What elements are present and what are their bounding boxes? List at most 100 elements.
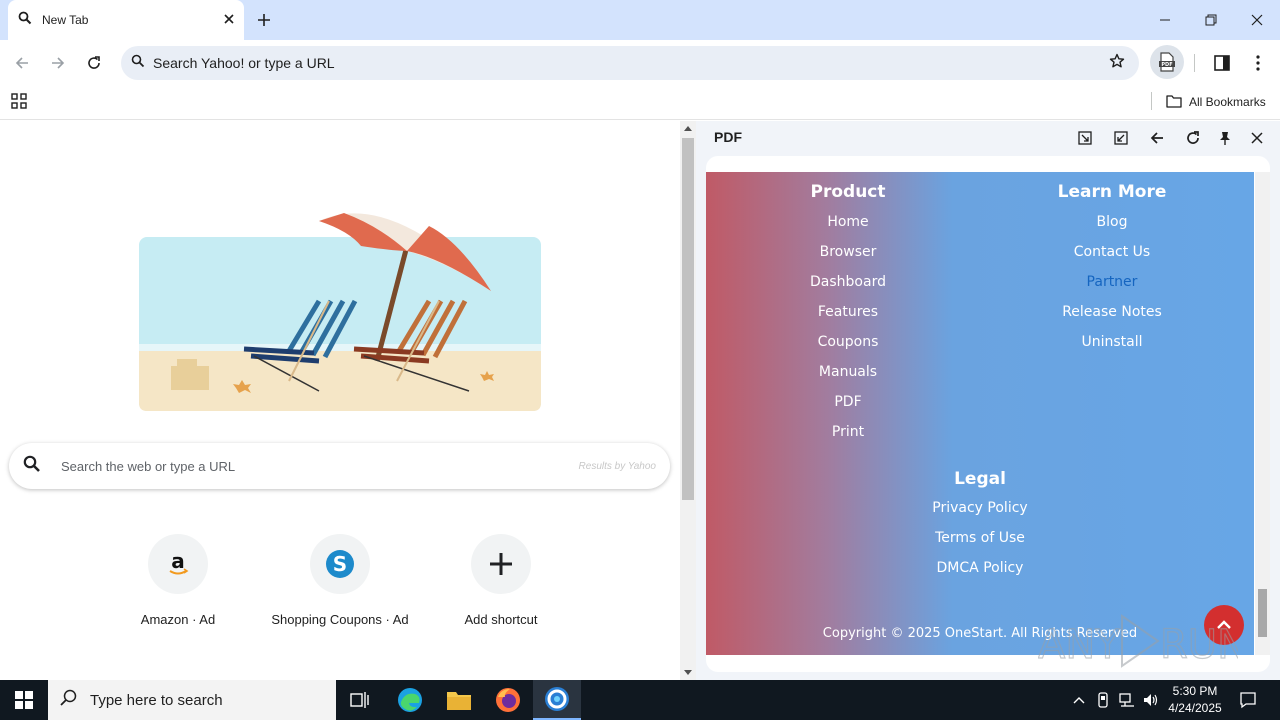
scroll-down-arrow[interactable] (684, 670, 692, 675)
learn-more-heading: Learn More (1057, 182, 1167, 202)
amazon-icon: a (148, 534, 208, 594)
bookmarks-bar: All Bookmarks (0, 86, 1280, 120)
back-arrow-icon[interactable] (1145, 126, 1169, 150)
menu-icon[interactable] (1246, 51, 1270, 75)
volume-icon[interactable] (1140, 680, 1162, 720)
panel-scrollbar-thumb[interactable] (1258, 589, 1267, 637)
footer-link-print[interactable]: Print (748, 424, 948, 440)
results-by-label: Results by Yahoo (578, 460, 656, 472)
footer-link-manuals[interactable]: Manuals (748, 364, 948, 380)
toolbar: Search Yahoo! or type a URL PDF (0, 40, 1280, 86)
web-search-box[interactable]: Search the web or type a URL Results by … (9, 443, 670, 489)
footer-link-pdf[interactable]: PDF (748, 394, 948, 410)
shortcut-label: Amazon · Ad (140, 612, 216, 627)
page-scrollbar[interactable] (680, 121, 696, 680)
footer-link-coupons[interactable]: Coupons (748, 334, 948, 350)
footer-link-dashboard[interactable]: Dashboard (748, 274, 948, 290)
expand-icon[interactable] (1109, 126, 1133, 150)
edge-icon (398, 688, 422, 712)
shortcut-add[interactable]: Add shortcut (421, 534, 581, 627)
firefox-button[interactable] (484, 680, 532, 720)
system-clock[interactable]: 5:30 PM 4/24/2025 (1160, 683, 1230, 717)
omnibox[interactable]: Search Yahoo! or type a URL (121, 46, 1139, 80)
pdf-panel-content: Product Home Browser Dashboard Features … (706, 156, 1270, 672)
svg-text:PDF: PDF (1161, 62, 1172, 68)
network-icon[interactable] (1116, 680, 1138, 720)
watermark-text-run: RUN (1160, 622, 1238, 668)
refresh-icon[interactable] (1181, 126, 1205, 150)
windows-start-button[interactable] (0, 680, 48, 720)
tab-title: New Tab (42, 13, 89, 27)
footer-link-blog[interactable]: Blog (1012, 214, 1212, 230)
folder-icon (1166, 94, 1182, 111)
pdf-extension-icon[interactable]: PDF (1150, 45, 1184, 79)
taskbar-search-box[interactable]: Type here to search (48, 680, 336, 720)
footer-link-features[interactable]: Features (748, 304, 948, 320)
search-placeholder: Search the web or type a URL (61, 458, 236, 474)
shopping-coupons-icon: S (310, 534, 370, 594)
windows-logo-icon (15, 691, 33, 709)
search-icon (18, 11, 32, 30)
chevron-up-icon[interactable] (1068, 680, 1090, 720)
folder-icon (447, 692, 471, 710)
site-footer: Product Home Browser Dashboard Features … (706, 172, 1254, 655)
product-heading: Product (810, 182, 886, 202)
forward-button[interactable] (46, 51, 70, 75)
restore-button[interactable] (1188, 0, 1234, 40)
shortcut-amazon[interactable]: a Amazon · Ad (98, 534, 258, 627)
task-view-button[interactable] (336, 680, 384, 720)
shortcut-label: Add shortcut (464, 612, 538, 627)
pdf-side-panel: PDF Product Home Browser Dashboard Featu… (696, 121, 1280, 680)
legal-heading: Legal (954, 469, 1006, 489)
onestart-browser-button[interactable] (533, 680, 581, 720)
footer-link-home[interactable]: Home (748, 214, 948, 230)
taskbar: Type here to search 5:30 PM 4/24/2025 (0, 680, 1280, 720)
svg-text:a: a (171, 550, 185, 573)
task-view-icon (350, 692, 369, 708)
footer-link-dmca-policy[interactable]: DMCA Policy (880, 560, 1080, 576)
footer-link-uninstall[interactable]: Uninstall (1012, 334, 1212, 350)
notification-icon[interactable] (1234, 680, 1262, 720)
scroll-up-arrow[interactable] (684, 126, 692, 131)
svg-text:S: S (333, 552, 347, 576)
clock-time: 5:30 PM (1172, 684, 1218, 698)
close-tab-icon[interactable] (224, 11, 234, 29)
open-in-tab-icon[interactable] (1073, 126, 1097, 150)
footer-link-privacy-policy[interactable]: Privacy Policy (880, 500, 1080, 516)
new-tab-button[interactable] (252, 8, 276, 32)
search-icon (131, 54, 145, 73)
clock-date: 4/24/2025 (1168, 701, 1222, 715)
edge-taskbar-button[interactable] (386, 680, 434, 720)
scrollbar-thumb[interactable] (682, 138, 694, 500)
all-bookmarks-button[interactable]: All Bookmarks (1166, 92, 1266, 112)
footer-link-partner[interactable]: Partner (1012, 274, 1212, 290)
watermark-text-any: ANY (1038, 622, 1120, 668)
side-panel-icon[interactable] (1210, 51, 1234, 75)
footer-link-browser[interactable]: Browser (748, 244, 948, 260)
title-bar: New Tab (0, 0, 1280, 40)
taskbar-search-placeholder: Type here to search (90, 691, 223, 709)
close-panel-icon[interactable] (1245, 126, 1269, 150)
panel-scrollbar[interactable] (1255, 172, 1270, 655)
shortcut-shopping-coupons[interactable]: S Shopping Coupons · Ad (260, 534, 420, 627)
close-window-button[interactable] (1234, 0, 1280, 40)
footer-link-terms-of-use[interactable]: Terms of Use (880, 530, 1080, 546)
minimize-button[interactable] (1142, 0, 1188, 40)
back-button[interactable] (10, 51, 34, 75)
toolbar-separator (1194, 54, 1195, 72)
anyrun-watermark: ANY RUN (1038, 614, 1238, 669)
bookmarks-separator (1151, 92, 1152, 110)
footer-link-release-notes[interactable]: Release Notes (1012, 304, 1212, 320)
reload-button[interactable] (82, 51, 106, 75)
star-icon[interactable] (1109, 53, 1125, 74)
search-icon (23, 455, 41, 478)
footer-link-contact-us[interactable]: Contact Us (1012, 244, 1212, 260)
pin-icon[interactable] (1213, 126, 1237, 150)
omnibox-placeholder: Search Yahoo! or type a URL (153, 55, 335, 71)
usb-device-icon[interactable] (1092, 680, 1114, 720)
tab-new-tab[interactable]: New Tab (8, 0, 244, 40)
file-explorer-button[interactable] (435, 680, 483, 720)
firefox-icon (496, 688, 520, 712)
apps-grid-icon[interactable] (11, 93, 29, 111)
new-tab-page: Search the web or type a URL Results by … (0, 121, 680, 680)
